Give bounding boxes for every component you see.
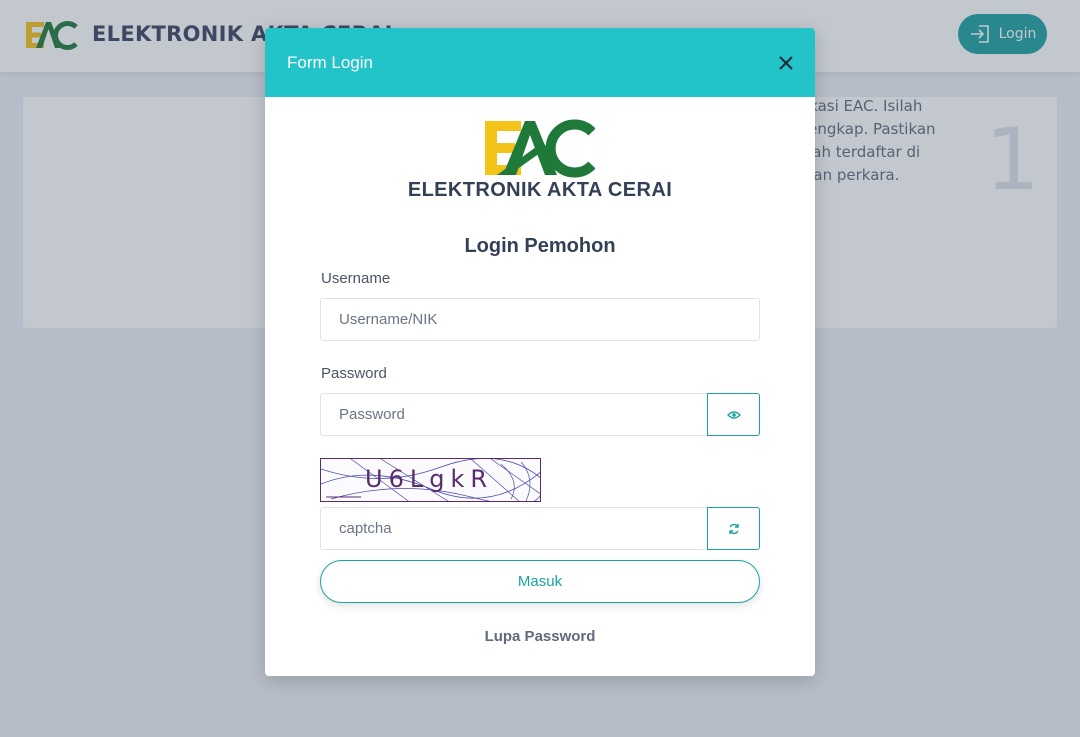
username-input[interactable]: Username/NIK	[320, 298, 760, 341]
login-modal: Form Login ELEKTRONIK AKTA CERAI Login P…	[265, 28, 815, 676]
toggle-password-button[interactable]	[707, 393, 760, 436]
close-icon	[779, 56, 793, 70]
captcha-image: U6LgkR	[320, 458, 541, 502]
forgot-password-link[interactable]: Lupa Password	[265, 628, 815, 645]
modal-brand-text: ELEKTRONIK AKTA CERAI	[407, 179, 673, 201]
login-heading: Login Pemohon	[464, 235, 616, 257]
password-label: Password	[321, 365, 387, 382]
modal-title: Form Login	[287, 52, 373, 72]
captcha-input[interactable]: captcha	[320, 507, 708, 550]
submit-login-button[interactable]: Masuk	[320, 560, 760, 603]
username-label: Username	[321, 270, 391, 287]
refresh-captcha-button[interactable]	[707, 507, 760, 550]
eye-icon	[726, 410, 741, 419]
close-button[interactable]	[775, 52, 797, 74]
captcha-text: U6LgkR	[365, 465, 494, 493]
modal-header: Form Login	[265, 28, 815, 97]
eac-logo-icon	[485, 119, 595, 178]
refresh-icon	[728, 523, 739, 534]
password-input[interactable]: Password	[320, 393, 708, 436]
